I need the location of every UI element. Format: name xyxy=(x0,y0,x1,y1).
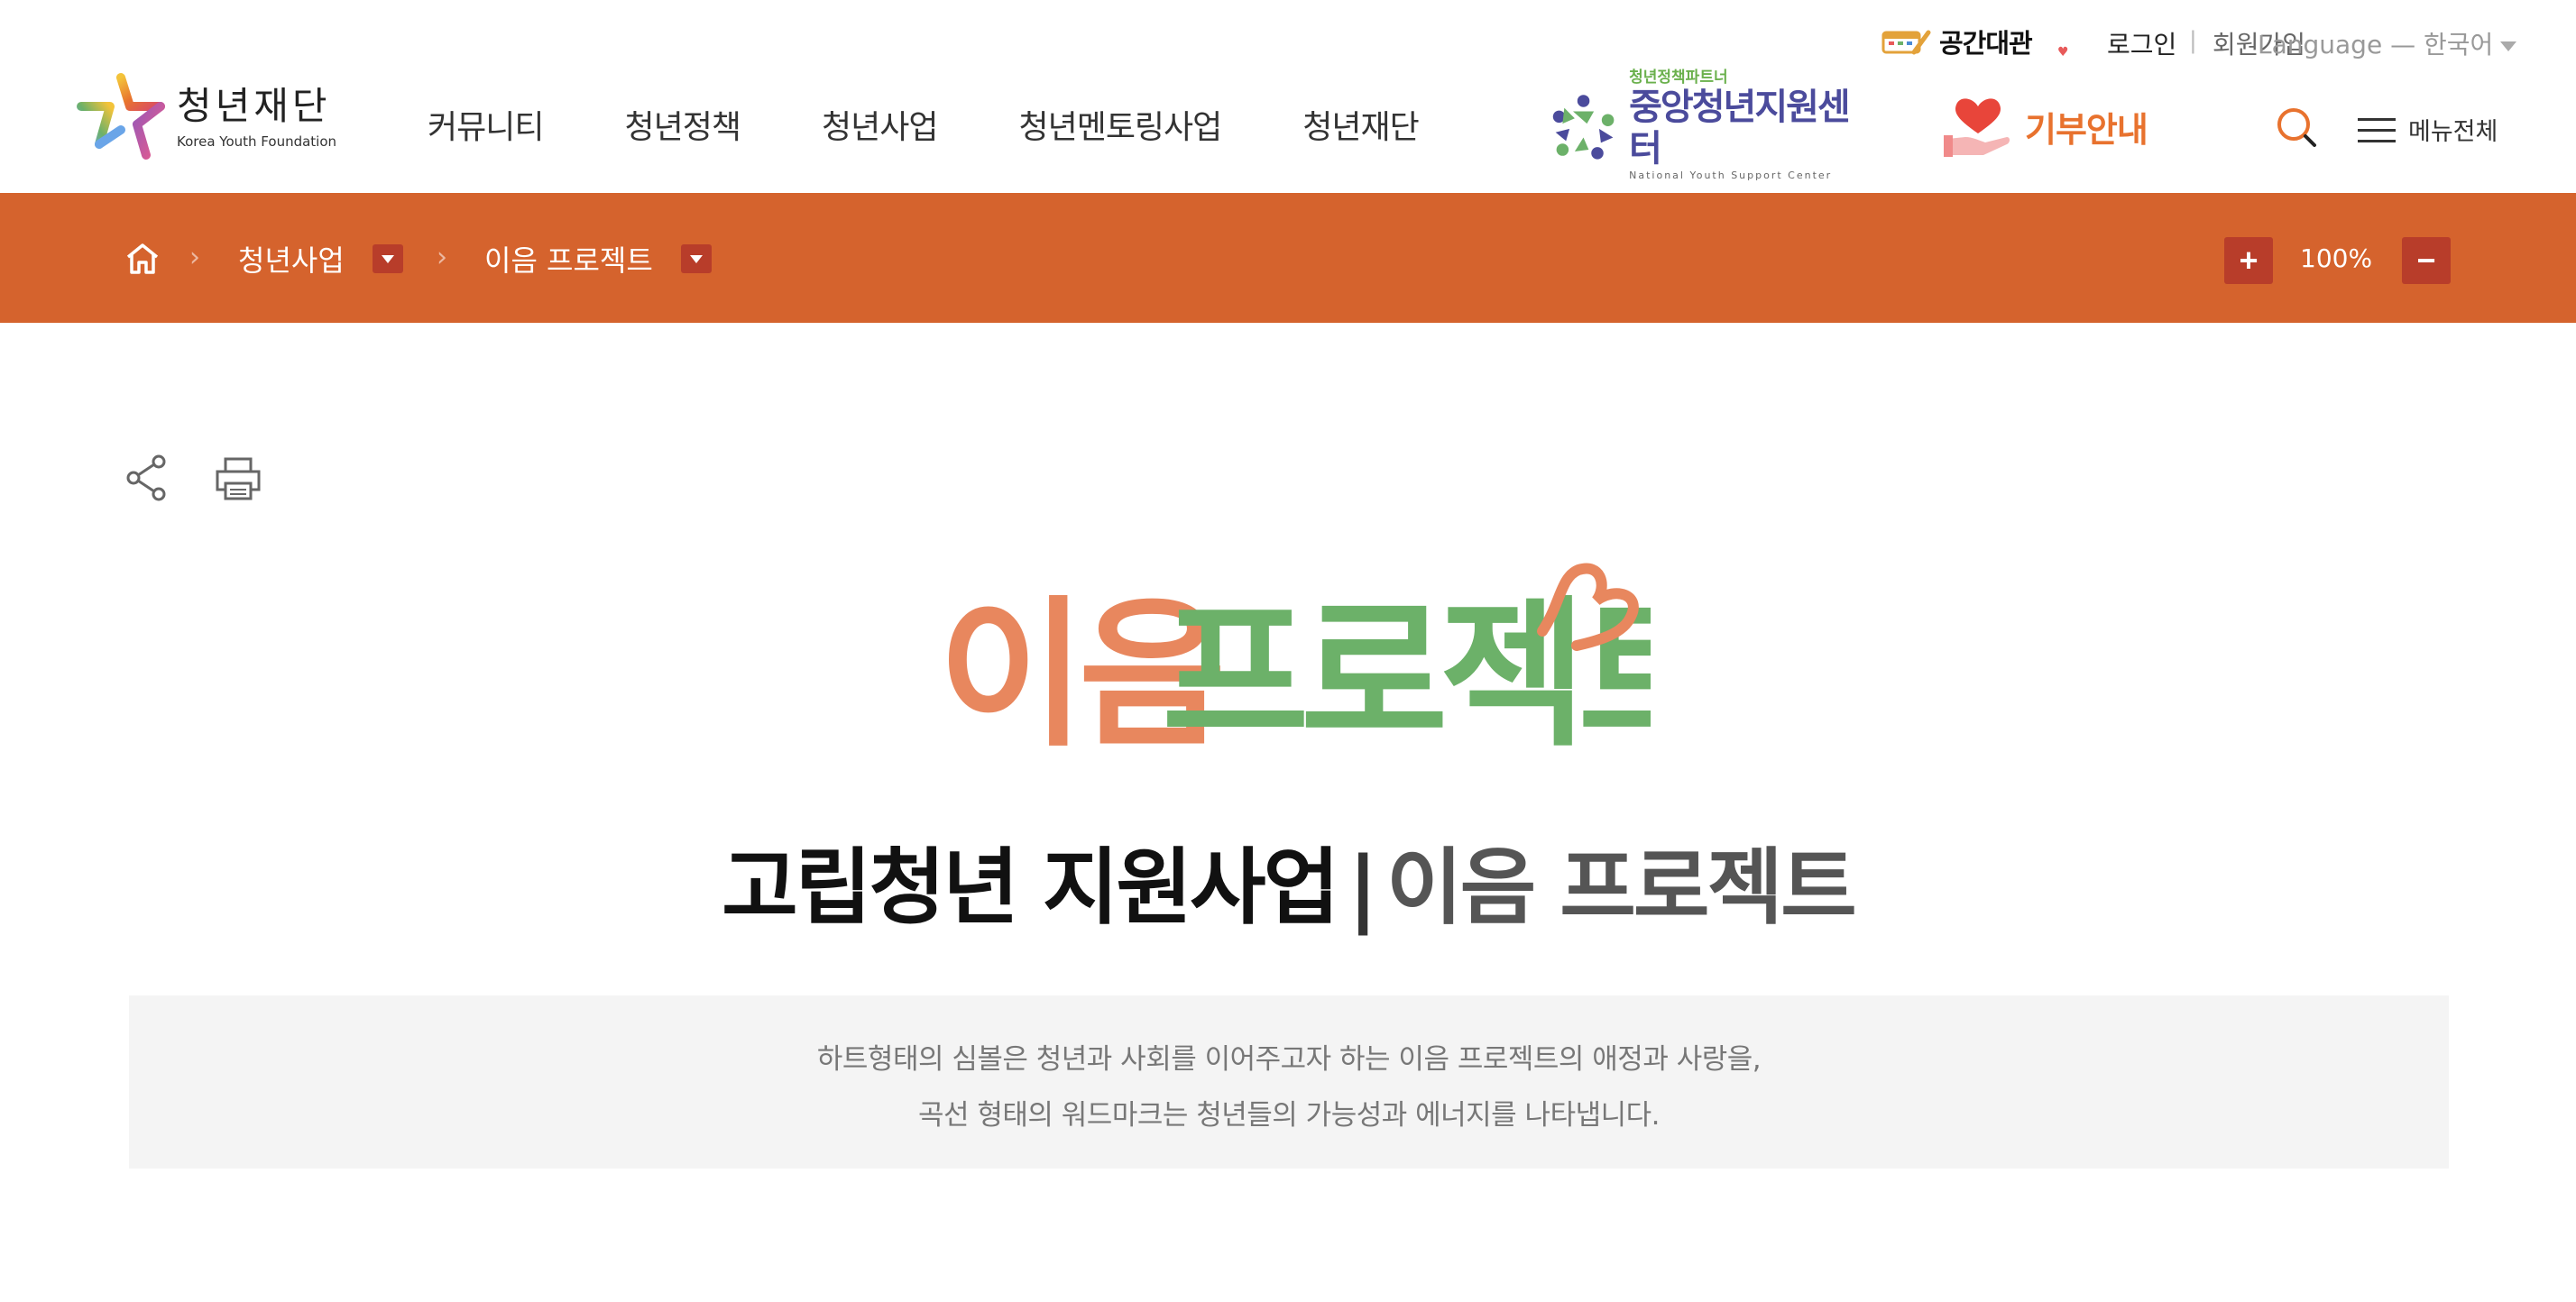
search-icon xyxy=(2277,108,2316,147)
description-box: 하트형태의 심볼은 청년과 사회를 이어주고자 하는 이음 프로젝트의 애정과 … xyxy=(129,995,2449,1169)
chevron-down-icon xyxy=(2500,41,2517,51)
hamburger-icon xyxy=(2358,116,2396,143)
nav-item-mentoring[interactable]: 청년멘토링사업 xyxy=(1018,101,1222,148)
breadcrumb-level2-dropdown[interactable] xyxy=(681,244,712,273)
zoom-level: 100% xyxy=(2300,243,2373,273)
calendar-icon xyxy=(1881,30,1931,55)
search-button[interactable] xyxy=(2276,106,2317,148)
partner-banner[interactable]: 청년정책파트너 중앙청년지원센터 National Youth Support … xyxy=(1547,69,1872,181)
site-logo[interactable]: 청년재단 Korea Youth Foundation xyxy=(74,72,345,162)
zoom-in-button[interactable]: + xyxy=(2224,237,2273,284)
heart-icon: ♥ xyxy=(2057,45,2069,60)
page-title: 고립청년 지원사업 | 이음 프로젝트 xyxy=(0,821,2576,940)
site-header: 공간대관 ♥ 로그인 | 회원가입 Language — 한국어 청년재단 Ko… xyxy=(0,0,2576,193)
location-bar: › 청년사업 › 이음 프로젝트 + 100% − xyxy=(0,193,2576,323)
donate-link[interactable]: 기부안내 xyxy=(1944,94,2148,159)
breadcrumb-level1[interactable]: 청년사업 xyxy=(238,238,345,280)
language-label: Language — 한국어 xyxy=(2258,30,2494,60)
hero-word-project: 프로젝트 xyxy=(1162,582,1651,766)
chevron-right-icon: › xyxy=(437,242,447,273)
people-circle-icon xyxy=(1552,95,1615,160)
page-title-light: 이음 프로젝트 xyxy=(1385,839,1857,936)
space-rental-label: 공간대관 xyxy=(1939,28,2033,59)
nav-item-foundation[interactable]: 청년재단 xyxy=(1302,101,1419,148)
partner-name: 중앙청년지원센터 xyxy=(1629,87,1851,170)
all-menu-button[interactable]: 메뉴전체 xyxy=(2358,112,2498,147)
space-rental-link[interactable]: 공간대관 xyxy=(1881,22,2033,61)
logo-name-ko: 청년재단 xyxy=(177,84,331,128)
donate-label: 기부안내 xyxy=(2025,109,2148,150)
home-icon[interactable] xyxy=(124,243,161,275)
ieum-project-logo: 이음 프로젝트 xyxy=(929,559,1729,768)
partner-name-en: National Youth Support Center xyxy=(1629,170,1833,181)
breadcrumb-level1-dropdown[interactable] xyxy=(373,244,403,273)
description-line-2: 곡선 형태의 워드마크는 청년들의 가능성과 에너지를 나타냅니다. xyxy=(917,1099,1661,1132)
page-title-divider: | xyxy=(1348,839,1378,936)
zoom-out-button[interactable]: − xyxy=(2402,237,2451,284)
breadcrumb-level2[interactable]: 이음 프로젝트 xyxy=(484,238,653,280)
util-divider: | xyxy=(2189,27,2197,54)
login-link[interactable]: 로그인 xyxy=(2107,25,2176,61)
chevron-right-icon: › xyxy=(189,242,200,273)
all-menu-label: 메뉴전체 xyxy=(2408,118,2498,146)
heart-hand-icon xyxy=(1944,98,2010,157)
main-nav: 커뮤니티 청년정책 청년사업 청년멘토링사업 청년재단 xyxy=(428,101,1500,148)
nav-item-youth-policy[interactable]: 청년정책 xyxy=(624,101,741,148)
share-icon[interactable] xyxy=(124,454,170,501)
partner-tagline: 청년정책파트너 xyxy=(1629,69,1728,87)
nav-item-youth-business[interactable]: 청년사업 xyxy=(822,101,938,148)
language-select[interactable]: Language — 한국어 xyxy=(2258,25,2517,61)
description-line-1: 하트형태의 심볼은 청년과 사회를 이어주고자 하는 이음 프로젝트의 애정과 … xyxy=(816,1043,1762,1076)
print-icon[interactable] xyxy=(215,456,262,501)
page-title-strong: 고립청년 지원사업 xyxy=(722,839,1339,936)
star-logo-icon xyxy=(77,73,165,160)
nav-item-community[interactable]: 커뮤니티 xyxy=(428,101,544,148)
logo-name-en: Korea Youth Foundation xyxy=(177,133,337,150)
